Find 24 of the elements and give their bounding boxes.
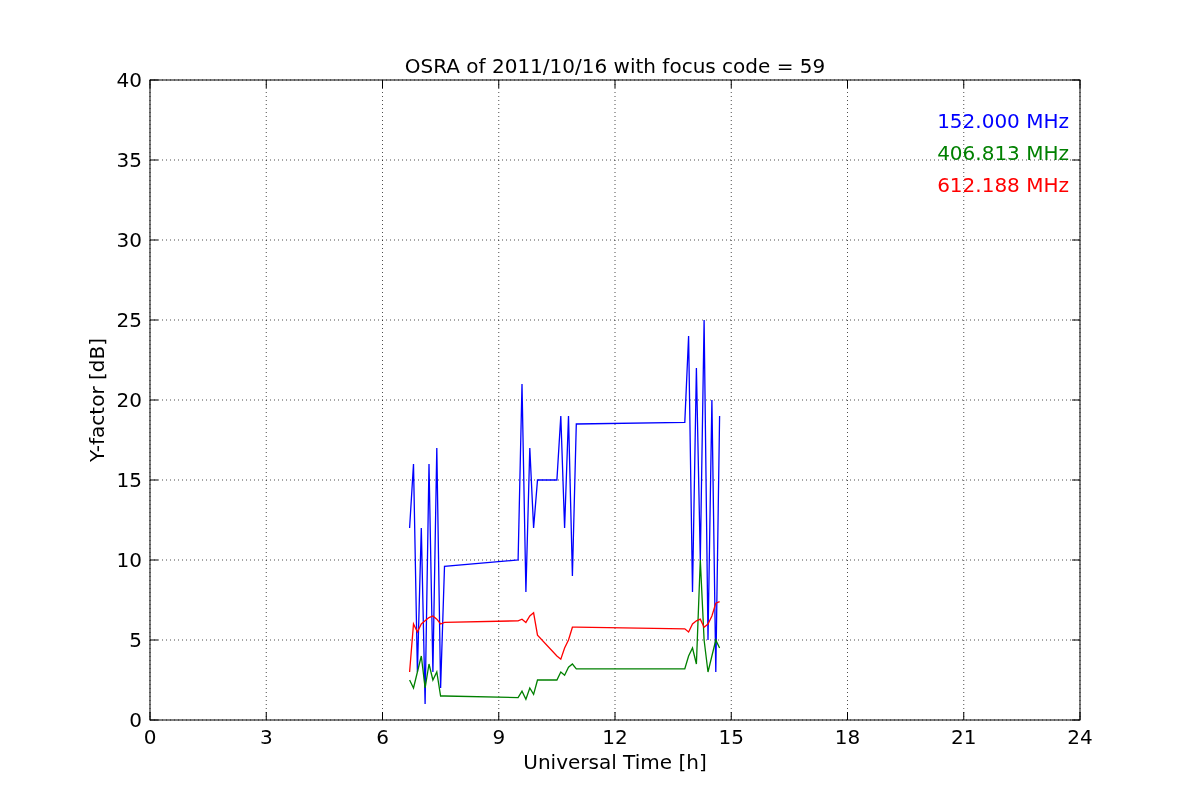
tick-label: 10 [116, 548, 142, 572]
chart-title: OSRA of 2011/10/16 with focus code = 59 [404, 54, 826, 78]
tick-label: 25 [116, 308, 142, 332]
legend-label: 406.813 MHz [937, 141, 1069, 165]
tick-label: 20 [116, 388, 142, 412]
tick-label: 18 [834, 725, 861, 749]
tick-label: 15 [718, 725, 744, 749]
tick-label: 24 [1067, 725, 1093, 749]
tick-label: 6 [376, 725, 389, 749]
tick-label: 9 [492, 725, 506, 749]
y-axis-label: Y-factor [dB] [85, 338, 109, 462]
tick-label: 3 [259, 725, 273, 749]
tick-label: 40 [116, 68, 142, 92]
legend-label: 612.188 MHz [937, 173, 1069, 197]
x-axis-label: Universal Time [h] [523, 750, 707, 774]
tick-label: 0 [143, 725, 157, 749]
tick-label: 5 [129, 628, 142, 652]
tick-label: 30 [116, 228, 142, 252]
tick-label: 35 [116, 148, 142, 172]
tick-label: 15 [116, 468, 142, 492]
tick-label: 0 [129, 708, 142, 732]
legend-label: 152.000 MHz [937, 109, 1069, 133]
tick-label: 21 [951, 725, 977, 749]
tick-label: 12 [602, 725, 628, 749]
